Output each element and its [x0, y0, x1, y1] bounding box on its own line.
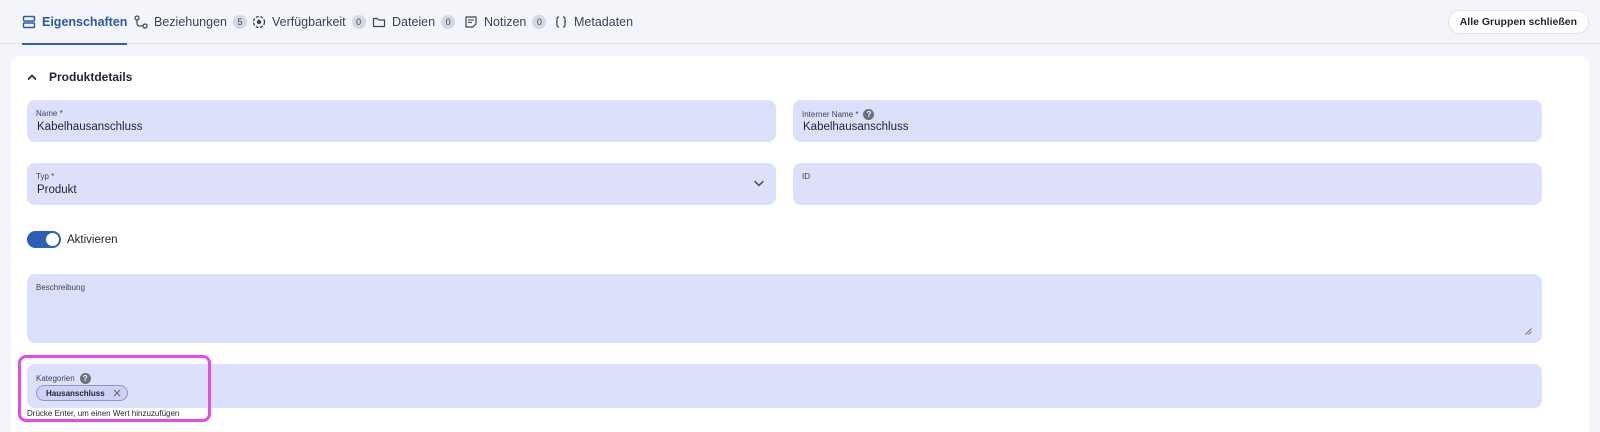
- toggle-knob: [46, 233, 59, 246]
- tab-bar: Eigenschaften Beziehungen 5 Verfügbarkei…: [0, 0, 1600, 45]
- section-title: Produktdetails: [49, 70, 133, 84]
- activate-label: Aktivieren: [67, 233, 118, 246]
- internal-name-label: Interner Name * ?: [802, 109, 875, 120]
- type-select[interactable]: Typ * Produkt: [27, 163, 776, 205]
- resize-handle-icon[interactable]: [1525, 328, 1532, 335]
- description-label: Beschreibung: [36, 283, 85, 292]
- tab-label: Verfügbarkeit: [272, 15, 346, 29]
- tab-label: Metadaten: [574, 15, 634, 29]
- chip-label: Hausanschluss: [46, 388, 105, 398]
- braces-icon: [554, 15, 568, 29]
- id-field[interactable]: ID: [793, 163, 1542, 205]
- folder-icon: [372, 15, 386, 29]
- chevron-down-icon: [754, 180, 764, 187]
- internal-name-value: Kabelhausanschluss: [803, 121, 909, 133]
- activate-row: Aktivieren: [27, 231, 118, 248]
- categories-label: Kategorien ?: [36, 373, 91, 384]
- tab-notizen[interactable]: Notizen 0: [464, 0, 547, 44]
- help-icon[interactable]: ?: [79, 373, 91, 384]
- type-value: Produkt: [37, 184, 77, 196]
- tab-verfuegbarkeit[interactable]: Verfügbarkeit 0: [252, 0, 366, 44]
- count-badge: 0: [351, 15, 366, 29]
- internal-name-field[interactable]: Interner Name * ? Kabelhausanschluss: [793, 100, 1542, 142]
- categories-hint: Drücke Enter, um einen Wert hinzuzufügen: [27, 409, 180, 418]
- notes-icon: [464, 15, 478, 29]
- tab-label: Dateien: [392, 15, 436, 29]
- close-all-groups-button[interactable]: Alle Gruppen schließen: [1447, 10, 1589, 34]
- tab-metadaten[interactable]: Metadaten: [554, 0, 633, 44]
- relations-icon: [134, 15, 148, 29]
- tab-dateien[interactable]: Dateien 0: [372, 0, 456, 44]
- name-value: Kabelhausanschluss: [37, 121, 143, 133]
- properties-card: Produktdetails Name * Kabelhausanschluss…: [11, 56, 1589, 432]
- availability-icon: [252, 15, 266, 29]
- tab-label: Notizen: [484, 15, 527, 29]
- name-field[interactable]: Name * Kabelhausanschluss: [27, 100, 776, 142]
- chevron-up-icon: [27, 72, 37, 82]
- name-label: Name *: [36, 109, 63, 118]
- count-badge: 0: [532, 15, 547, 29]
- type-label: Typ *: [36, 172, 55, 181]
- help-icon[interactable]: ?: [863, 109, 875, 120]
- count-badge: 5: [232, 15, 247, 29]
- tab-label: Eigenschaften: [42, 15, 128, 29]
- activate-toggle[interactable]: [27, 231, 61, 248]
- section-header-produktdetails[interactable]: Produktdetails: [27, 63, 132, 91]
- tab-eigenschaften[interactable]: Eigenschaften: [22, 0, 128, 45]
- properties-icon: [22, 15, 36, 29]
- description-field[interactable]: Beschreibung: [27, 274, 1542, 343]
- tab-label: Beziehungen: [154, 15, 227, 29]
- tab-beziehungen[interactable]: Beziehungen 5: [134, 0, 247, 44]
- category-chip: Hausanschluss: [36, 385, 128, 401]
- categories-field[interactable]: Kategorien ? Hausanschluss: [27, 364, 1542, 408]
- id-label: ID: [802, 172, 810, 181]
- close-icon[interactable]: [113, 389, 121, 397]
- count-badge: 0: [441, 15, 456, 29]
